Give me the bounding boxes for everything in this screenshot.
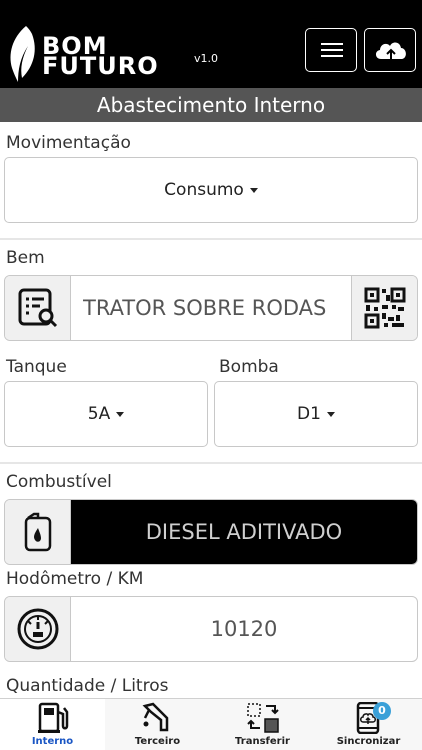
fuel-pump-icon [38, 702, 69, 733]
quantidade-label: Quantidade / Litros [6, 676, 169, 696]
tanque-select[interactable]: 5A [4, 381, 208, 447]
combustivel-label: Combustível [6, 472, 112, 492]
combustivel-field-group: DIESEL ADITIVADO [4, 499, 418, 565]
tanque-value: 5A [87, 404, 111, 424]
chevron-down-icon [249, 187, 258, 193]
bem-input[interactable]: TRATOR SOBRE RODAS [83, 276, 351, 340]
tab-terceiro-label: Terceiro [134, 736, 181, 747]
logo-word-futuro: FUTURO [42, 52, 159, 80]
tab-interno[interactable]: Interno [0, 699, 105, 750]
page-title: Abastecimento Interno [0, 88, 422, 122]
transfer-icon [247, 703, 279, 733]
tab-interno-label: Interno [31, 736, 74, 747]
hodometro-icon-addon [5, 597, 71, 661]
menu-button[interactable] [305, 28, 357, 72]
tab-sincronizar[interactable]: 0 Sincronizar [315, 699, 422, 750]
leaf-logo-icon [10, 26, 35, 82]
chevron-down-icon [326, 411, 335, 417]
tab-sincronizar-label: Sincronizar [336, 736, 401, 747]
cloud-upload-button[interactable] [364, 28, 416, 72]
bomba-label: Bomba [219, 357, 279, 377]
movimentacao-label: Movimentação [6, 133, 131, 153]
hamburger-icon [321, 43, 343, 45]
movimentacao-value: Consumo [164, 180, 244, 200]
hodometro-label: Hodômetro / KM [6, 569, 144, 589]
app-version: v1.0 [194, 52, 219, 65]
bom-futuro-logo: BOM FUTURO v1.0 [6, 24, 221, 84]
app-header: BOM FUTURO v1.0 [0, 0, 422, 88]
bem-field-group: TRATOR SOBRE RODAS [4, 275, 418, 341]
odometer-icon [17, 608, 58, 650]
hodometro-field-group: 10120 [4, 596, 418, 662]
combustivel-value[interactable]: DIESEL ADITIVADO [71, 500, 417, 564]
bomba-value: D1 [297, 404, 321, 424]
sync-count-badge: 0 [373, 702, 391, 720]
combustivel-icon-addon [5, 500, 71, 564]
chevron-down-icon [116, 411, 125, 417]
qr-scan-button[interactable] [351, 276, 417, 340]
tab-transferir[interactable]: Transferir [210, 699, 315, 750]
fuel-nozzle-icon [142, 702, 169, 732]
movimentacao-select[interactable]: Consumo [4, 157, 418, 223]
list-search-icon [18, 288, 57, 328]
divider [0, 462, 422, 464]
divider [0, 238, 422, 240]
tab-transferir-label: Transferir [235, 736, 290, 747]
bomba-select[interactable]: D1 [214, 381, 418, 447]
cloud-upload-icon [375, 42, 406, 61]
hodometro-input[interactable]: 10120 [71, 597, 417, 661]
fuel-canister-icon [24, 512, 51, 552]
bottom-tab-bar: Interno Terceiro Transferir 0 Sincroniza… [0, 698, 422, 750]
bem-search-button[interactable] [5, 276, 71, 340]
tanque-label: Tanque [6, 357, 67, 377]
bem-label: Bem [6, 248, 45, 268]
tab-terceiro[interactable]: Terceiro [105, 699, 210, 750]
qr-code-icon [364, 287, 405, 329]
